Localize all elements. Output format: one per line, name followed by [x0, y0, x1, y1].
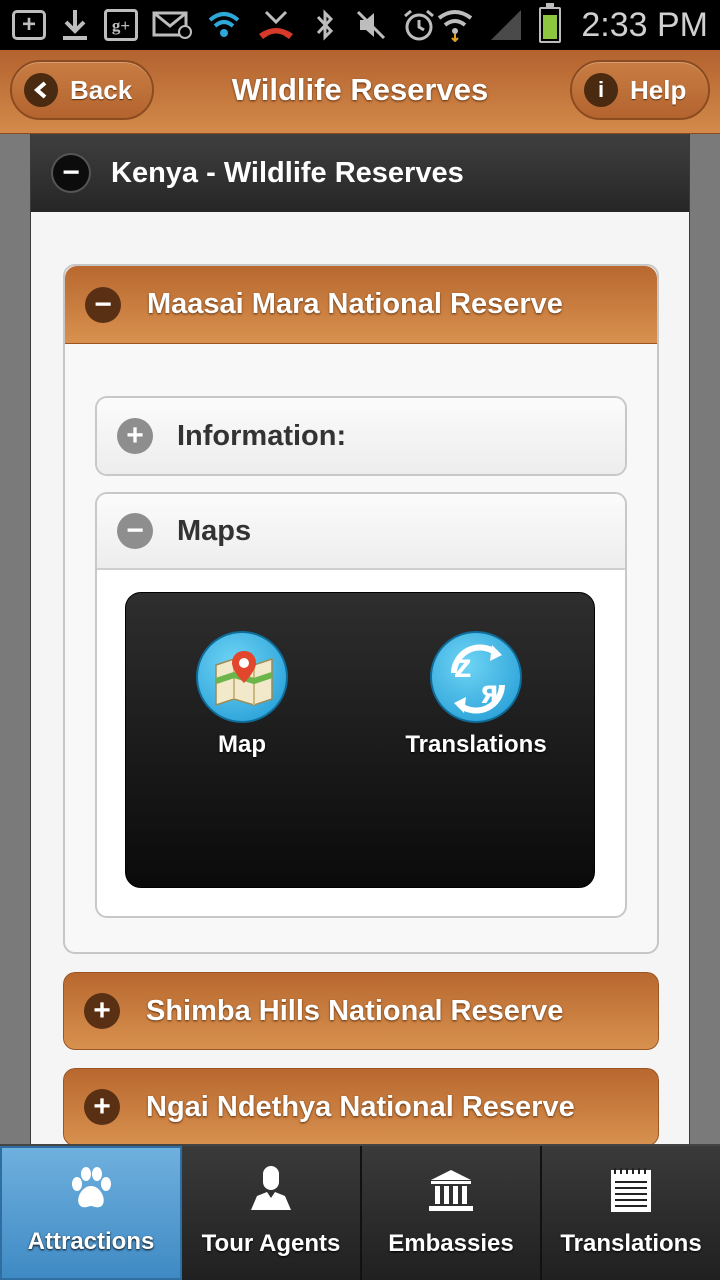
download-icon	[60, 8, 90, 42]
reserve-title: Ngai Ndethya National Reserve	[146, 1090, 575, 1123]
back-button[interactable]: Back	[10, 60, 154, 120]
svg-text:Z: Z	[454, 655, 471, 683]
info-icon: i	[584, 73, 618, 107]
clock: 2:33 PM	[581, 5, 708, 44]
signal-icon	[489, 8, 523, 42]
notepad-icon	[609, 1162, 653, 1214]
reserve-ngai-ndethya: + Ngai Ndethya National Reserve	[63, 1068, 659, 1148]
map-icon	[196, 631, 288, 723]
alarm-icon	[402, 8, 436, 42]
paw-icon	[67, 1160, 115, 1212]
reserve-shimba-hills-header[interactable]: + Shimba Hills National Reserve	[63, 972, 659, 1050]
mute-icon	[354, 8, 388, 42]
collapse-icon: −	[117, 513, 153, 549]
tab-label: Tour Agents	[201, 1230, 341, 1257]
maps-collapsible: − Maps Map Z Я Translations	[95, 492, 627, 918]
collapse-icon: −	[53, 155, 89, 191]
wifi-icon	[437, 8, 473, 42]
maps-collapsible-header[interactable]: − Maps	[97, 494, 625, 570]
email-icon	[152, 8, 192, 42]
kenya-collapsible-title: Kenya - Wildlife Reserves	[111, 156, 464, 189]
reserve-shimba-hills: + Shimba Hills National Reserve	[63, 972, 659, 1052]
expand-icon: +	[84, 993, 120, 1029]
kenya-collapsible: − Kenya - Wildlife Reserves − Maasai Mar…	[30, 134, 690, 1154]
expand-icon: +	[117, 418, 153, 454]
information-collapsible-header[interactable]: + Information:	[97, 398, 625, 474]
svg-text:Я: Я	[480, 681, 498, 709]
chevron-left-icon	[24, 73, 58, 107]
tab-attractions[interactable]: Attractions	[0, 1146, 182, 1280]
tab-translations[interactable]: Translations	[542, 1146, 720, 1280]
map-label: Map	[218, 731, 266, 758]
information-label: Information:	[177, 419, 347, 452]
kenya-collapsible-header[interactable]: − Kenya - Wildlife Reserves	[31, 134, 689, 212]
battery-icon	[539, 3, 562, 43]
tab-label: Attractions	[27, 1228, 155, 1255]
map-tile[interactable]: Map	[142, 631, 342, 759]
status-bar: + g+ 2:33 PM	[0, 0, 720, 50]
bluetooth-icon	[310, 8, 340, 42]
tab-label: Translations	[560, 1230, 702, 1257]
building-icon	[427, 1162, 475, 1214]
help-button-label: Help	[630, 74, 687, 105]
tab-tour-agents[interactable]: Tour Agents	[182, 1146, 362, 1280]
help-button[interactable]: i Help	[570, 60, 710, 120]
back-button-label: Back	[70, 74, 133, 105]
reserve-title: Shimba Hills National Reserve	[146, 994, 564, 1027]
translations-tile[interactable]: Z Я Translations	[376, 631, 576, 759]
reserve-maasai-mara-header[interactable]: − Maasai Mara National Reserve	[65, 266, 657, 344]
maps-launcher-panel: Map Z Я Translations	[125, 592, 595, 888]
reserve-ngai-ndethya-header[interactable]: + Ngai Ndethya National Reserve	[63, 1068, 659, 1146]
tab-label: Embassies	[388, 1230, 514, 1257]
bottom-tab-bar: Attractions Tour Agents Embassies Transl…	[0, 1144, 720, 1280]
app-header: Wildlife Reserves Back i Help	[0, 50, 720, 134]
missed-call-icon	[256, 8, 296, 42]
information-collapsible: + Information:	[95, 396, 627, 476]
wifi-calling-icon	[206, 8, 242, 42]
translate-icon: Z Я	[430, 631, 522, 723]
collapse-icon: −	[85, 286, 121, 323]
tab-embassies[interactable]: Embassies	[362, 1146, 542, 1280]
expand-icon: +	[84, 1089, 120, 1125]
person-icon	[247, 1162, 295, 1214]
add-box-icon: +	[12, 10, 46, 40]
maps-label: Maps	[177, 514, 252, 547]
reserve-title: Maasai Mara National Reserve	[147, 288, 563, 320]
battery-fill	[543, 15, 558, 39]
translations-label: Translations	[405, 731, 547, 758]
google-plus-icon: g+	[104, 9, 138, 41]
reserve-maasai-mara: − Maasai Mara National Reserve + Informa…	[63, 264, 659, 954]
